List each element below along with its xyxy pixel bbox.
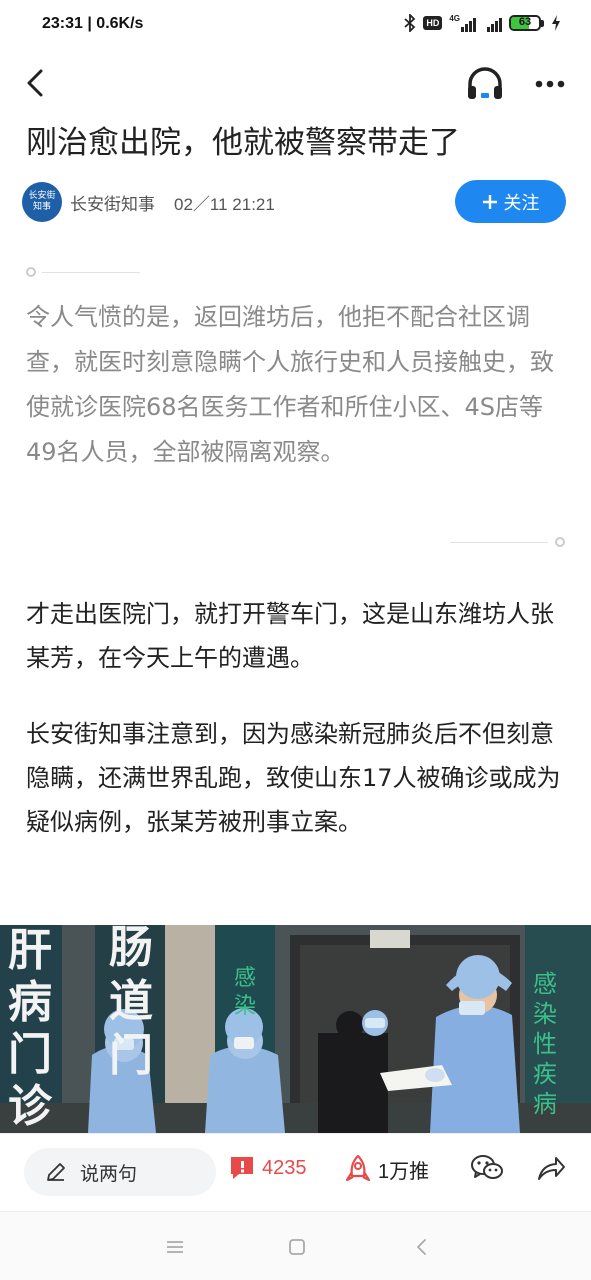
quote-top-dot <box>26 267 36 277</box>
pencil-icon <box>47 1163 65 1181</box>
hd-badge: HD <box>423 16 443 30</box>
push-label: 1万推 <box>378 1160 430 1183</box>
sign-char: 病 <box>533 1090 557 1118</box>
battery-percent: 63 <box>518 16 532 28</box>
comment-placeholder: 说两句 <box>80 1162 138 1185</box>
system-home-button[interactable] <box>282 1232 312 1262</box>
cell-signal-4g-icon: 4G <box>449 14 476 32</box>
hospital-scene-image <box>0 925 591 1133</box>
comment-bubble-icon <box>231 1157 253 1179</box>
article-photo[interactable]: 肝 病 门 诊 肠 道 门 感 染 感 染 性 疾 病 <box>0 925 591 1133</box>
push-button[interactable]: 1万推 <box>344 1154 429 1184</box>
follow-label: 关注 <box>503 192 540 214</box>
comment-input[interactable]: 说两句 <box>24 1148 216 1196</box>
sign-liver-clinic: 肝 病 门 诊 <box>4 925 56 1133</box>
sign-char: 病 <box>8 977 52 1028</box>
menu-icon <box>167 1241 183 1253</box>
system-menu-button[interactable] <box>160 1232 190 1262</box>
avatar-text: 长安街知事 <box>28 191 56 212</box>
sign-char: 感 <box>233 966 256 991</box>
sign-char: 门 <box>8 1029 52 1080</box>
more-button[interactable] <box>528 64 572 104</box>
follow-button[interactable]: 关注 <box>455 180 566 223</box>
sign-char: 染 <box>233 994 256 1019</box>
sign-char: 门 <box>109 1030 153 1081</box>
quote-top-line <box>42 272 140 273</box>
back-triangle-icon <box>417 1239 426 1255</box>
bottom-action-bar: 说两句 4235 1万推 <box>0 1133 591 1211</box>
quote-bottom-line <box>450 542 548 543</box>
headphones-icon <box>468 67 502 99</box>
status-time-speed: 23:31 | 0.6K/s <box>42 15 144 32</box>
share-icon <box>538 1157 565 1180</box>
sign-char: 肠 <box>109 925 153 973</box>
article-title: 刚治愈出院，他就被警察带走了 <box>26 125 460 161</box>
author-row: 长安街知事 长安街知事 02／11 21:21 关注 <box>22 178 572 226</box>
system-back-button[interactable] <box>406 1232 436 1262</box>
article-quote: 令人气愤的是，返回潍坊后，他拒不配合社区调查，就医时刻意隐瞒个人旅行史和人员接触… <box>26 303 554 466</box>
home-square-icon <box>289 1239 305 1255</box>
battery-icon: 63 <box>509 15 544 31</box>
sign-char: 性 <box>533 1030 557 1058</box>
share-button[interactable] <box>536 1154 566 1182</box>
author-avatar[interactable]: 长安街知事 <box>22 182 62 222</box>
sign-char: 诊 <box>8 1081 52 1132</box>
publish-time: 02／11 21:21 <box>174 195 275 214</box>
author-name[interactable]: 长安街知事 <box>70 190 155 215</box>
rocket-icon <box>345 1154 371 1182</box>
system-nav-bar <box>0 1211 591 1280</box>
plus-icon <box>482 194 497 209</box>
listen-audio-button[interactable] <box>462 64 508 104</box>
comments-count-button[interactable]: 4235 <box>228 1154 307 1182</box>
status-bar: 23:31 | 0.6K/s HD 4G 63 <box>0 0 591 52</box>
sign-intestinal-clinic: 肠 道 门 <box>104 925 158 1083</box>
wechat-icon <box>471 1155 503 1179</box>
wechat-share-button[interactable] <box>470 1154 504 1182</box>
charging-bolt-icon <box>552 15 560 31</box>
sign-char: 道 <box>109 976 153 1027</box>
comment-count: 4235 <box>262 1156 307 1179</box>
article-paragraph: 才走出医院门，就打开警车门，这是山东潍坊人张某芳，在今天上午的遭遇。 <box>26 600 554 672</box>
chevron-left-icon <box>27 69 43 97</box>
quote-bottom-dot <box>555 537 565 547</box>
bluetooth-icon <box>404 14 416 32</box>
sign-char: 感 <box>533 970 557 998</box>
sign-char: 疾 <box>533 1060 557 1088</box>
more-dots-icon <box>535 80 565 88</box>
article-paragraph: 长安街知事注意到，因为感染新冠肺炎后不但刻意隐瞒，还满世界乱跑，致使山东17人被… <box>26 720 561 836</box>
sign-char: 肝 <box>8 925 52 976</box>
top-nav-bar <box>0 52 591 114</box>
sign-char: 染 <box>533 1000 557 1028</box>
network-type-label: 4G <box>449 14 460 23</box>
status-icons: HD 4G 63 <box>404 14 561 32</box>
back-button[interactable] <box>18 64 52 102</box>
cell-signal-icon <box>487 14 502 32</box>
sign-infectious-disease: 感 染 性 疾 病 <box>530 969 560 1119</box>
sign-infection-door: 感 染 <box>230 965 260 1021</box>
